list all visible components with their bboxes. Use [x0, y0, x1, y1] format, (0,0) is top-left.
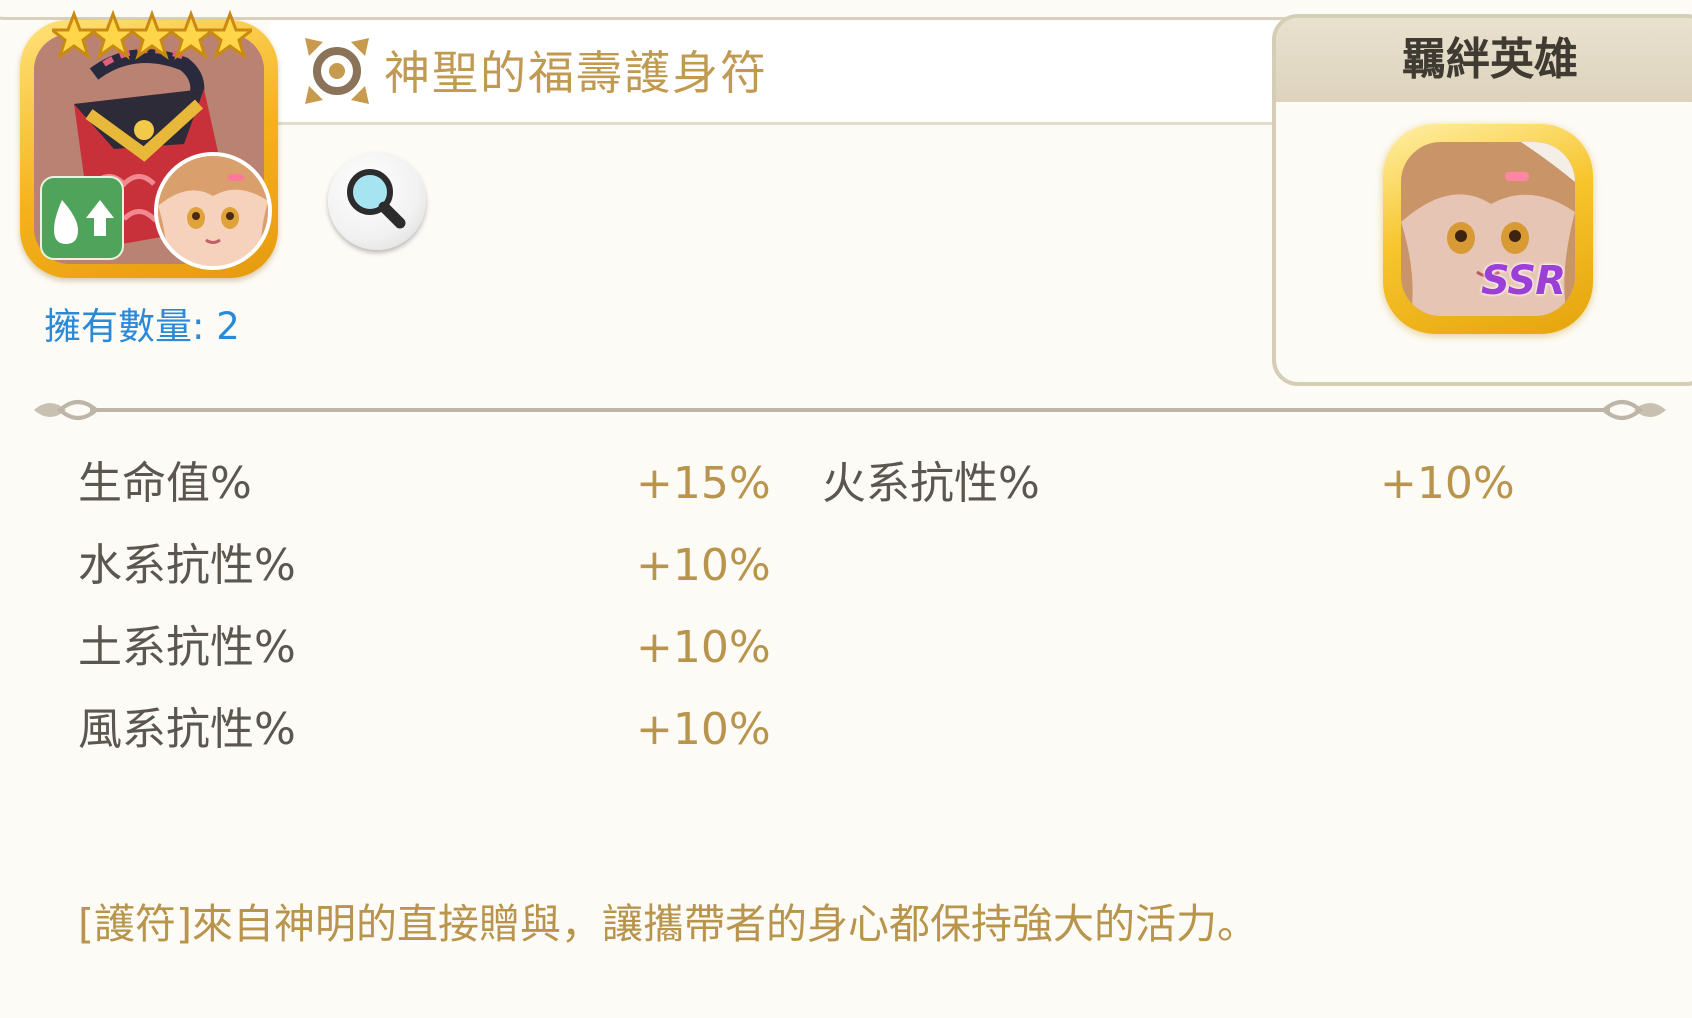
- stat-value-earth-res: +10%: [636, 622, 771, 673]
- amulet-slot-icon: [305, 38, 369, 104]
- water-up-icon: [40, 176, 124, 260]
- item-name: 神聖的福壽護身符: [384, 46, 768, 100]
- stat-value-fire-res: +10%: [1380, 458, 1515, 509]
- rarity-badge: SSR: [1481, 258, 1566, 304]
- stat-label-hp: 生命值%: [78, 458, 252, 509]
- stat-value-wind-res: +10%: [636, 704, 771, 755]
- hero-avatar-mini: [154, 152, 272, 270]
- stat-value-hp: +15%: [636, 458, 771, 509]
- owned-quantity: 擁有數量: 2: [44, 305, 240, 348]
- inspect-button[interactable]: [328, 152, 426, 250]
- stat-label-water-res: 水系抗性%: [78, 540, 296, 591]
- bond-hero-title: 羈絆英雄: [1402, 34, 1578, 85]
- item-description: [護符]來自神明的直接贈與，讓攜帶者的身心都保持強大的活力。: [78, 900, 1258, 948]
- stat-label-wind-res: 風系抗性%: [78, 704, 296, 755]
- magnifier-icon: [347, 169, 406, 229]
- five-star-rating-icon: [52, 10, 252, 60]
- stat-value-water-res: +10%: [636, 540, 771, 591]
- stat-label-earth-res: 土系抗性%: [78, 622, 296, 673]
- bond-hero-portrait[interactable]: SSR: [1383, 124, 1593, 334]
- ornament-divider: [34, 400, 1666, 420]
- stat-label-fire-res: 火系抗性%: [822, 458, 1040, 509]
